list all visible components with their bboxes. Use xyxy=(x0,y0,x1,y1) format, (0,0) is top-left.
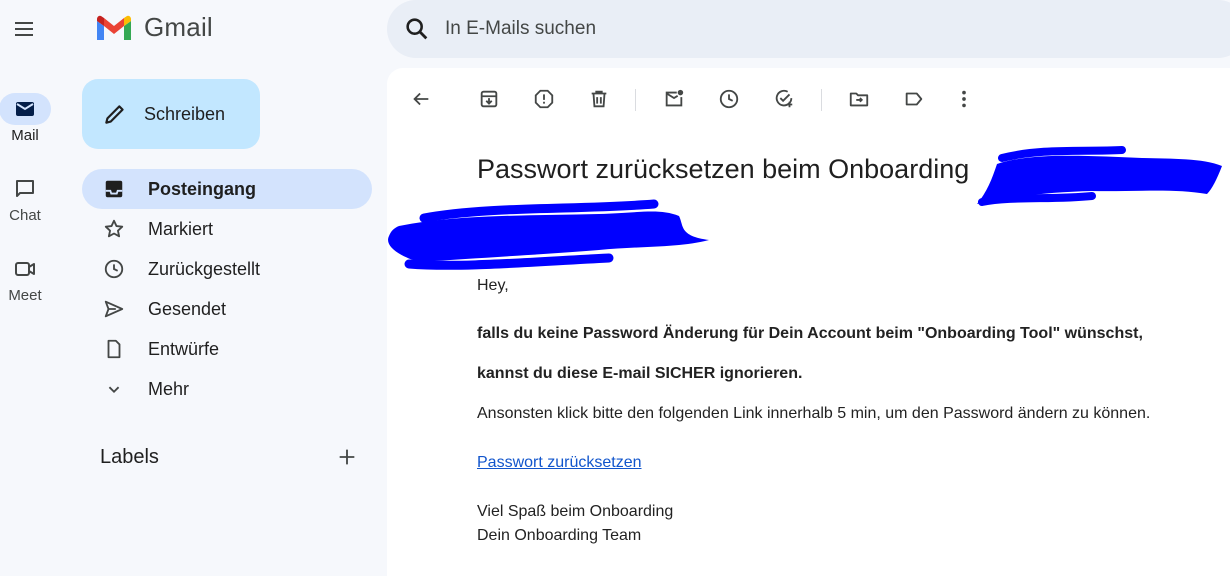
email-line-1: falls du keine Password Änderung für Dei… xyxy=(477,325,1143,342)
redaction-scribble-sender xyxy=(388,199,709,270)
compose-button[interactable]: Schreiben xyxy=(82,79,260,149)
redaction-scribble-tag xyxy=(977,146,1222,206)
email-line-2: kannst du diese E-mail SICHER ignorieren… xyxy=(477,365,803,382)
compose-label: Schreiben xyxy=(144,103,226,124)
chevron-down-icon xyxy=(102,377,126,401)
pencil-icon xyxy=(105,105,124,124)
rail-label: Mail xyxy=(11,127,39,144)
email-view: Passwort zurücksetzen beim Onboarding He… xyxy=(387,68,1230,576)
nav-label: Gesendet xyxy=(148,298,227,319)
report-spam-button[interactable] xyxy=(528,83,560,115)
trash-icon xyxy=(591,90,607,108)
app-rail: Mail Chat Meet xyxy=(0,0,68,576)
archive-button[interactable] xyxy=(473,83,505,115)
nav-label: Zurückgestellt xyxy=(148,258,261,279)
clock-icon xyxy=(102,257,126,281)
folder-nav: Posteingang Markiert Zurückgestellt Gese… xyxy=(82,169,372,409)
toolbar-divider xyxy=(635,89,636,111)
nav-item-inbox[interactable]: Posteingang xyxy=(82,169,372,209)
more-options-button[interactable] xyxy=(948,83,980,115)
snooze-button[interactable] xyxy=(713,83,745,115)
nav-label: Entwürfe xyxy=(148,338,220,359)
chat-icon xyxy=(16,180,34,197)
email-greeting: Hey, xyxy=(477,277,509,294)
delete-button[interactable] xyxy=(583,83,615,115)
back-button[interactable] xyxy=(405,83,437,115)
archive-icon xyxy=(480,90,498,108)
star-icon xyxy=(102,217,126,241)
mail-icon xyxy=(16,102,34,116)
toolbar-divider xyxy=(821,89,822,111)
rail-label: Chat xyxy=(9,207,41,224)
rail-pill xyxy=(0,93,51,125)
main-menu-button[interactable] xyxy=(5,10,43,48)
mark-unread-icon xyxy=(665,89,684,107)
nav-label: Markiert xyxy=(148,218,214,239)
labels-title: Labels xyxy=(100,445,159,468)
video-icon xyxy=(15,262,35,276)
add-label-button[interactable] xyxy=(332,442,362,472)
rail-pill xyxy=(0,173,51,205)
more-vert-icon xyxy=(962,90,966,108)
link-row: Passwort zurücksetzen xyxy=(477,451,1197,475)
add-to-tasks-button[interactable] xyxy=(768,83,800,115)
email-subject: Passwort zurücksetzen beim Onboarding xyxy=(477,154,970,184)
draft-icon xyxy=(102,337,126,361)
inbox-icon xyxy=(102,177,126,201)
sidebar: Gmail Schreiben Posteingang Markiert Zur… xyxy=(68,0,386,576)
email-sign-2: Dein Onboarding Team xyxy=(477,527,642,544)
rail-item-chat[interactable]: Chat xyxy=(0,173,50,224)
send-icon xyxy=(102,297,126,321)
email-line-3: Ansonsten klick bitte den folgenden Link… xyxy=(477,405,1151,422)
search-icon[interactable] xyxy=(403,15,431,43)
reset-password-link[interactable]: Passwort zurücksetzen xyxy=(477,454,642,471)
folder-move-icon xyxy=(849,92,869,107)
plus-icon xyxy=(339,449,355,465)
gmail-m-icon xyxy=(97,15,131,40)
clock-icon xyxy=(719,89,739,109)
nav-item-more[interactable]: Mehr xyxy=(82,369,372,409)
nav-item-snoozed[interactable]: Zurückgestellt xyxy=(82,249,372,289)
labels-header: Labels xyxy=(100,442,362,472)
rail-item-mail[interactable]: Mail xyxy=(0,93,51,144)
rail-label: Meet xyxy=(8,287,42,304)
gmail-logo[interactable]: Gmail xyxy=(94,12,213,43)
nav-label: Mehr xyxy=(148,378,190,399)
arrow-left-icon xyxy=(413,92,429,106)
rail-pill xyxy=(0,253,51,285)
nav-label: Posteingang xyxy=(148,178,257,199)
nav-item-drafts[interactable]: Entwürfe xyxy=(82,329,372,369)
search-bar xyxy=(387,0,1230,58)
email-sign-1: Viel Spaß beim Onboarding xyxy=(477,503,674,520)
rail-item-meet[interactable]: Meet xyxy=(0,253,50,304)
alert-icon xyxy=(534,89,554,109)
search-input[interactable] xyxy=(445,18,1045,40)
hamburger-menu-icon xyxy=(15,22,33,36)
nav-item-starred[interactable]: Markiert xyxy=(82,209,372,249)
add-task-icon xyxy=(775,89,793,108)
label-icon xyxy=(905,92,923,106)
labels-button[interactable] xyxy=(898,83,930,115)
email-body: Hey, falls du keine Password Änderung fü… xyxy=(477,274,1197,548)
app-name: Gmail xyxy=(144,12,213,42)
move-to-button[interactable] xyxy=(843,83,875,115)
mark-unread-button[interactable] xyxy=(658,83,690,115)
nav-item-sent[interactable]: Gesendet xyxy=(82,289,372,329)
